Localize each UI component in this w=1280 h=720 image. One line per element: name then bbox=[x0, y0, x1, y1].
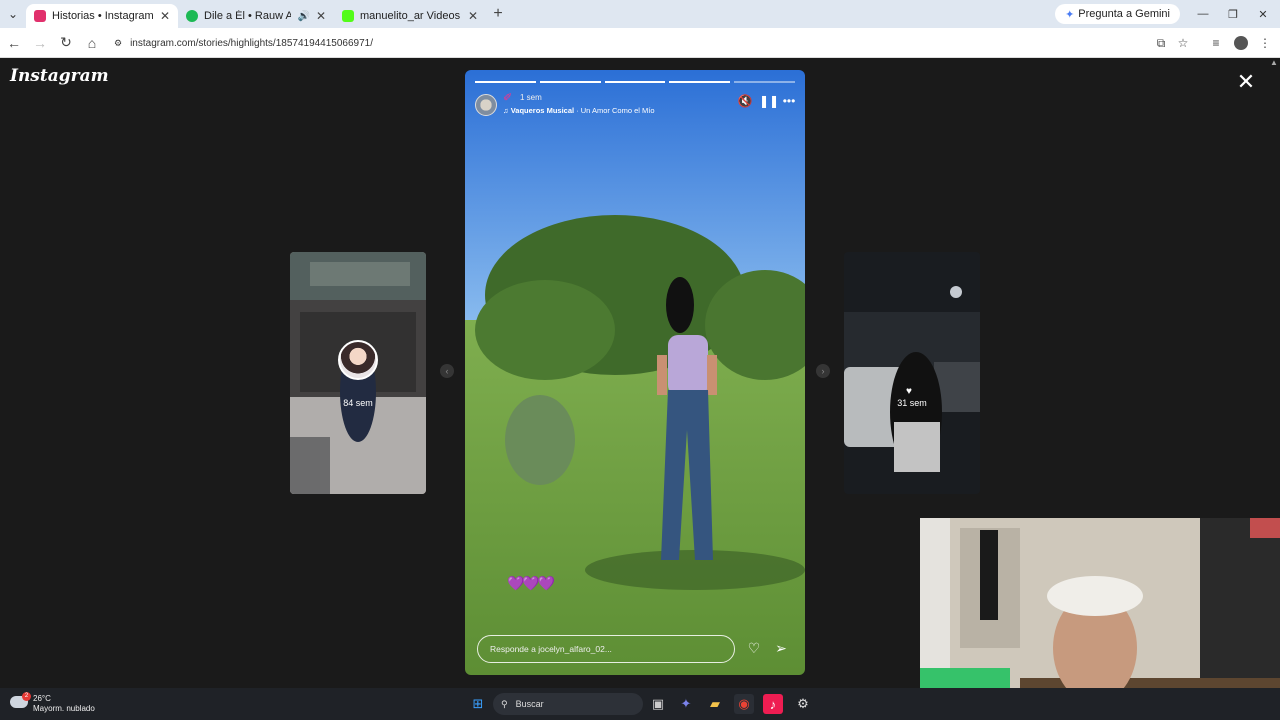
tab-kick[interactable]: manuelito_ar Videos - Watch O ✕ bbox=[334, 4, 486, 28]
reload-icon[interactable]: ↻ bbox=[54, 31, 78, 55]
task-view-icon[interactable]: ▣ bbox=[648, 694, 668, 714]
weather-desc: Mayorm. nublado bbox=[33, 704, 95, 713]
current-story[interactable]: ✐ 1 sem ♫ Vaqueros Musical · Un Amor Com… bbox=[465, 70, 805, 675]
windows-start-icon[interactable]: ⊞ bbox=[468, 694, 488, 714]
scroll-up-icon[interactable]: ▲ bbox=[1270, 58, 1278, 67]
reply-input[interactable]: Responde a jocelyn_alfaro_02... bbox=[477, 635, 735, 663]
tab-instagram[interactable]: Historias • Instagram ✕ bbox=[26, 4, 178, 28]
kick-favicon-icon bbox=[342, 10, 354, 22]
minimize-icon[interactable]: — bbox=[1188, 0, 1218, 28]
story-time: 1 sem bbox=[520, 93, 542, 102]
close-tab-icon[interactable]: ✕ bbox=[316, 9, 326, 23]
tab-title: manuelito_ar Videos - Watch O bbox=[360, 10, 462, 22]
music-song: Un Amor Como el Mío bbox=[580, 106, 655, 115]
highlight-icon: ✐ bbox=[503, 92, 513, 104]
previous-story-time: 84 sem bbox=[343, 398, 373, 408]
gemini-button[interactable]: ✦ Pregunta a Gemini bbox=[1055, 4, 1180, 24]
close-tab-icon[interactable]: ✕ bbox=[160, 9, 170, 23]
next-story-time: 31 sem bbox=[897, 398, 927, 408]
tiktok-icon[interactable]: ♪ bbox=[763, 694, 783, 714]
search-placeholder: Buscar bbox=[515, 699, 544, 709]
next-story-image bbox=[844, 252, 980, 494]
profile-avatar[interactable] bbox=[1230, 31, 1252, 55]
like-heart-icon[interactable]: ♡ bbox=[745, 640, 763, 657]
weather-badge: 2 bbox=[22, 692, 31, 701]
heart-icon: ♥ bbox=[906, 386, 912, 397]
restore-icon[interactable]: ❐ bbox=[1218, 0, 1248, 28]
search-icon: ⚲ bbox=[501, 698, 508, 709]
media-control-icon[interactable]: ≡ bbox=[1205, 31, 1227, 55]
tab-search-icon[interactable]: ⌄ bbox=[0, 0, 26, 28]
back-icon[interactable]: ← bbox=[2, 31, 26, 55]
new-tab-button[interactable]: + bbox=[486, 5, 510, 23]
teams-icon[interactable]: ✦ bbox=[676, 694, 696, 714]
windows-taskbar: 2 26°C Mayorm. nublado ⊞ ⚲ Buscar ▣ ✦ ▰ … bbox=[0, 688, 1280, 720]
story-header: ✐ 1 sem ♫ Vaqueros Musical · Un Amor Com… bbox=[475, 92, 795, 116]
url-text: instagram.com/stories/highlights/1857419… bbox=[130, 37, 374, 49]
story-music-label[interactable]: ♫ Vaqueros Musical · Un Amor Como el Mío bbox=[503, 106, 655, 115]
more-options-icon[interactable]: ••• bbox=[781, 94, 797, 108]
tab-title: Historias • Instagram bbox=[52, 10, 154, 22]
speaker-icon[interactable]: 🔊 bbox=[297, 11, 309, 22]
mute-icon[interactable]: 🔇 bbox=[737, 94, 753, 108]
music-artist: Vaqueros Musical bbox=[510, 106, 575, 115]
chrome-icon[interactable]: ◉ bbox=[734, 694, 754, 714]
tab-music[interactable]: Dile a Él • Rauw Alejandro 🔊 ✕ bbox=[178, 4, 334, 28]
close-window-icon[interactable]: ✕ bbox=[1248, 0, 1278, 28]
next-arrow-icon[interactable]: › bbox=[816, 364, 830, 378]
story-author-avatar[interactable] bbox=[475, 94, 497, 116]
bookmark-star-icon[interactable]: ☆ bbox=[1172, 31, 1194, 55]
browser-tab-strip: ⌄ Historias • Instagram ✕ Dile a Él • Ra… bbox=[0, 0, 1280, 28]
gemini-label: Pregunta a Gemini bbox=[1078, 8, 1170, 20]
purple-hearts-sticker: 💜💜💜 bbox=[507, 575, 555, 591]
taskbar-search[interactable]: ⚲ Buscar bbox=[493, 693, 643, 715]
tab-title: Dile a Él • Rauw Alejandro bbox=[204, 10, 292, 22]
install-icon[interactable]: ⧉ bbox=[1150, 31, 1172, 55]
share-send-icon[interactable]: ➢ bbox=[772, 640, 790, 657]
instagram-favicon-icon bbox=[34, 10, 46, 22]
previous-story-avatar bbox=[338, 340, 378, 380]
pause-icon[interactable]: ❚❚ bbox=[759, 94, 779, 108]
previous-story-preview[interactable]: 84 sem bbox=[290, 252, 426, 494]
forward-icon[interactable]: → bbox=[28, 31, 52, 55]
spotify-favicon-icon bbox=[186, 10, 198, 22]
music-note-icon: ♫ bbox=[503, 106, 511, 115]
file-explorer-icon[interactable]: ▰ bbox=[705, 694, 725, 714]
browser-menu-icon[interactable]: ⋮ bbox=[1254, 31, 1276, 55]
site-info-icon[interactable]: ⚙ bbox=[114, 38, 122, 49]
instagram-logo[interactable]: Instagram bbox=[10, 66, 109, 86]
next-story-preview[interactable]: ♥ 31 sem bbox=[844, 252, 980, 494]
previous-arrow-icon[interactable]: ‹ bbox=[440, 364, 454, 378]
music-separator: · bbox=[574, 106, 581, 115]
close-icon[interactable]: ✕ bbox=[1234, 70, 1258, 94]
address-toolbar: ← → ↻ ⌂ ⚙ instagram.com/stories/highligh… bbox=[0, 28, 1280, 58]
gemini-star-icon: ✦ bbox=[1065, 8, 1075, 21]
home-icon[interactable]: ⌂ bbox=[80, 31, 104, 55]
close-tab-icon[interactable]: ✕ bbox=[468, 9, 478, 23]
settings-icon[interactable]: ⚙ bbox=[793, 694, 813, 714]
weather-temp: 26°C bbox=[33, 694, 51, 703]
story-progress-bar bbox=[475, 81, 795, 83]
url-field[interactable]: ⚙ instagram.com/stories/highlights/18574… bbox=[108, 32, 1138, 54]
